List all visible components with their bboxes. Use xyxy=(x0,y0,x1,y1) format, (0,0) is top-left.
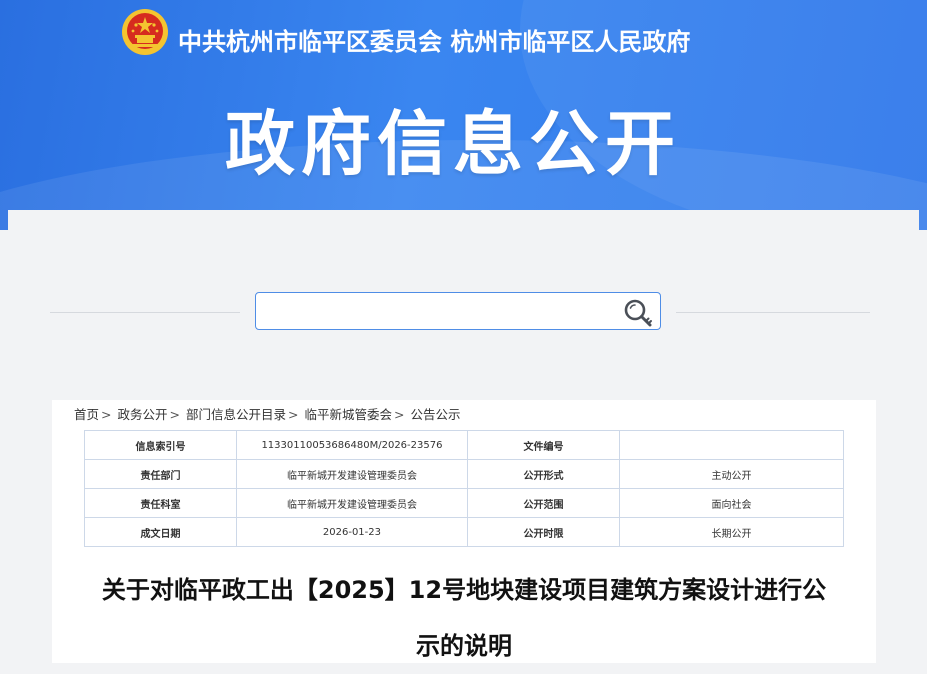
table-row: 责任科室 临平新城开发建设管理委员会 公开范围 面向社会 xyxy=(84,488,845,518)
search-button[interactable] xyxy=(622,297,654,327)
meta-value: 11330110053686480M/2026-23576 xyxy=(235,430,469,460)
breadcrumb-home[interactable]: 首页 xyxy=(74,407,99,422)
breadcrumb-separator: > xyxy=(393,407,405,422)
meta-label: 成文日期 xyxy=(84,517,237,547)
header-banner: 中共杭州市临平区委员会 杭州市临平区人民政府 政府信息公开 xyxy=(0,0,927,230)
article-panel: 首页 > 政务公开 > 部门信息公开目录 > 临平新城管委会 > 公告公示 信息索引号 … xyxy=(52,400,876,663)
document-title-line-1: 关于对临平政工出【2025】12号地块建设项目建筑方案设计进行公 xyxy=(101,576,827,604)
breadcrumb: 首页 > 政务公开 > 部门信息公开目录 > 临平新城管委会 > 公告公示 xyxy=(74,404,460,423)
meta-label: 公开形式 xyxy=(467,459,620,489)
search-divider-right xyxy=(676,312,870,313)
meta-label: 文件编号 xyxy=(467,430,620,460)
breadcrumb-separator: > xyxy=(287,407,299,422)
meta-label: 责任科室 xyxy=(84,488,237,518)
search-divider-left xyxy=(50,312,240,313)
meta-value: 面向社会 xyxy=(618,488,845,518)
breadcrumb-government-affairs[interactable]: 政务公开 xyxy=(117,407,167,422)
search-input[interactable] xyxy=(262,297,616,327)
meta-label: 公开时限 xyxy=(467,517,620,547)
page-title: 政府信息公开 xyxy=(225,103,681,185)
meta-value: 临平新城开发建设管理委员会 xyxy=(235,488,469,518)
document-title: 关于对临平政工出【2025】12号地块建设项目建筑方案设计进行公 示的说明 xyxy=(52,562,876,674)
breadcrumb-separator: > xyxy=(169,407,180,422)
meta-label: 信息索引号 xyxy=(84,430,237,460)
national-emblem-icon xyxy=(122,9,168,55)
breadcrumb-department-catalog[interactable]: 部门信息公开目录 xyxy=(186,407,286,422)
table-row: 责任部门 临平新城开发建设管理委员会 公开形式 主动公开 xyxy=(84,459,845,489)
meta-value: 主动公开 xyxy=(618,459,845,489)
meta-label: 责任部门 xyxy=(84,459,237,489)
breadcrumb-linping-newcity[interactable]: 临平新城管委会 xyxy=(304,407,392,422)
meta-value: 2026-01-23 xyxy=(235,517,469,547)
breadcrumb-announcements[interactable]: 公告公示 xyxy=(410,407,460,422)
organization-title: 中共杭州市临平区委员会 杭州市临平区人民政府 xyxy=(178,27,691,56)
breadcrumb-separator: > xyxy=(101,407,112,422)
metadata-table: 信息索引号 11330110053686480M/2026-23576 文件编号… xyxy=(84,430,845,547)
meta-value xyxy=(618,430,845,460)
meta-value: 临平新城开发建设管理委员会 xyxy=(235,459,469,489)
search-key-icon xyxy=(624,299,652,327)
document-title-line-2: 示的说明 xyxy=(416,632,512,660)
main-content: 首页 > 政务公开 > 部门信息公开目录 > 临平新城管委会 > 公告公示 信息索引号 … xyxy=(8,210,919,663)
search-box xyxy=(255,292,661,330)
table-row: 成文日期 2026-01-23 公开时限 长期公开 xyxy=(84,517,845,547)
meta-label: 公开范围 xyxy=(467,488,620,518)
table-row: 信息索引号 11330110053686480M/2026-23576 文件编号 xyxy=(84,430,845,460)
meta-value: 长期公开 xyxy=(618,517,845,547)
